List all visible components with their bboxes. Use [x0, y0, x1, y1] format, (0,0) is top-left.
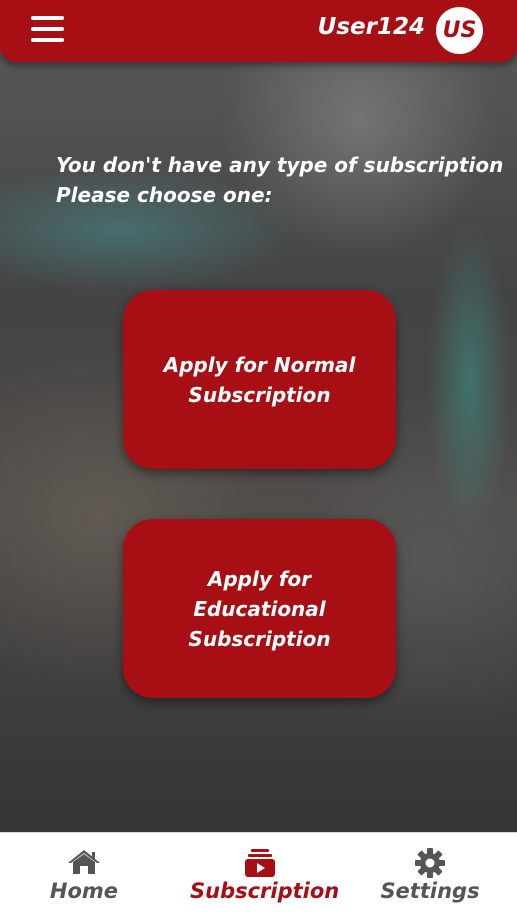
nav-label-home: Home	[49, 879, 119, 903]
top-app-bar: User124 US	[0, 0, 517, 62]
nav-label-settings: Settings	[380, 879, 480, 903]
home-icon	[68, 850, 100, 874]
user-avatar[interactable]: US	[436, 7, 483, 54]
username-label: User124	[317, 14, 425, 40]
subscription-message: You don't have any type of subscription …	[56, 150, 503, 210]
nav-item-settings[interactable]: Settings	[378, 833, 482, 919]
hamburger-menu-icon[interactable]	[31, 14, 64, 44]
message-line-2: Please choose one:	[56, 183, 273, 207]
apply-educational-subscription-label: Apply for Educational Subscription	[188, 566, 331, 651]
nav-item-subscription[interactable]: Subscription	[190, 833, 340, 919]
nav-item-home[interactable]: Home	[34, 833, 134, 919]
apply-normal-subscription-label: Apply for Normal Subscription	[163, 352, 356, 407]
gear-icon	[415, 848, 445, 878]
message-line-1: You don't have any type of subscription	[56, 153, 504, 177]
apply-normal-subscription-button[interactable]: Apply for Normal Subscription	[123, 290, 396, 469]
bottom-navigation-bar: Home Subscription Settings	[0, 832, 517, 919]
nav-label-subscription: Subscription	[190, 879, 340, 903]
apply-educational-subscription-button[interactable]: Apply for Educational Subscription	[123, 519, 396, 698]
subscription-icon	[245, 849, 275, 877]
